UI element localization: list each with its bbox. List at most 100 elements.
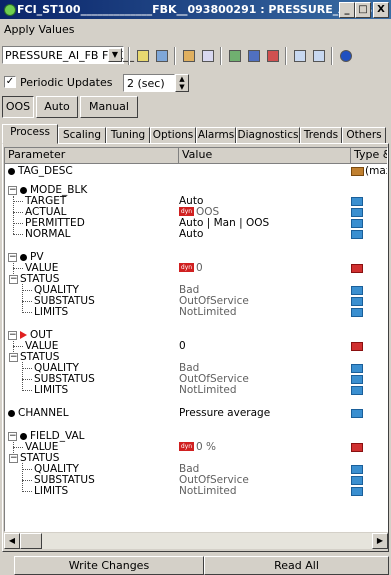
float-type-icon	[351, 342, 363, 351]
tree-branch	[13, 346, 23, 347]
download-button[interactable]	[226, 47, 244, 65]
interval-spinner[interactable]: ▲ ▼	[175, 74, 189, 92]
tree-branch	[22, 290, 32, 291]
toolbar-separator	[220, 47, 222, 65]
detail-view-icon	[313, 50, 325, 62]
enum-type-icon	[351, 208, 363, 217]
edit-button[interactable]	[153, 47, 171, 65]
table-row[interactable]: LIMITS NotLimited	[5, 385, 387, 396]
table-row[interactable]: CHANNEL Pressure average	[5, 408, 387, 419]
edit-icon	[156, 50, 168, 62]
parameter-value: NotLimited	[179, 306, 237, 318]
block-selector[interactable]: PRESSURE_AI_FB FBK__ ▼	[2, 46, 134, 64]
enum-type-icon	[351, 476, 363, 485]
tab-process[interactable]: Process	[2, 124, 58, 144]
update-interval-field[interactable]: 2 (sec)	[123, 74, 175, 92]
manual-button[interactable]: Manual	[80, 96, 138, 118]
collapse-icon[interactable]: −	[8, 186, 17, 195]
properties-button[interactable]	[264, 47, 282, 65]
table-row[interactable]: VALUE 0	[5, 341, 387, 352]
periodic-updates-label: Periodic Updates	[20, 76, 113, 89]
auto-button[interactable]: Auto	[36, 96, 78, 118]
tree-branch	[13, 447, 23, 448]
parameter-value[interactable]: Pressure average	[179, 408, 270, 419]
apply-values-menu[interactable]: Apply Values	[4, 23, 75, 36]
collapse-icon[interactable]: −	[9, 454, 18, 463]
table-row[interactable]: − OUT	[5, 330, 387, 341]
string-type-icon	[351, 167, 364, 176]
list-view-icon	[294, 50, 306, 62]
download-icon	[229, 50, 241, 62]
tree-branch	[22, 491, 32, 492]
column-header-parameter[interactable]: Parameter	[5, 148, 179, 163]
scroll-left-button[interactable]: ◀	[4, 533, 20, 549]
chart-icon	[202, 50, 214, 62]
enum-type-icon	[351, 308, 363, 317]
dynamic-badge: dyn	[179, 207, 194, 216]
table-row[interactable]: TAG_DESC (max len	[5, 165, 387, 177]
parameter-value[interactable]: 0	[179, 341, 186, 352]
close-button[interactable]: X	[373, 2, 389, 18]
periodic-updates-checkbox[interactable]: ✓	[4, 76, 16, 88]
parameter-value[interactable]: Auto	[179, 229, 203, 240]
table-row[interactable]: NORMAL Auto	[5, 228, 387, 240]
table-row[interactable]: VALUE dyn 0	[5, 263, 387, 274]
parameter-value[interactable]: dyn 0 %	[179, 442, 216, 453]
collapse-icon[interactable]: −	[8, 331, 17, 340]
toolbar-separator	[285, 47, 287, 65]
collapse-icon[interactable]: −	[9, 275, 18, 284]
footer-bar: Write Changes Read All	[0, 555, 391, 575]
list-view-button[interactable]	[291, 47, 309, 65]
help-icon	[340, 50, 352, 62]
tab-trends[interactable]: Trends	[300, 127, 342, 144]
toolbar-separator	[174, 47, 176, 65]
collapse-icon[interactable]: −	[8, 432, 17, 441]
tab-diagnostics[interactable]: Diagnostics	[236, 127, 300, 144]
detail-view-button[interactable]	[310, 47, 328, 65]
tree-branch	[22, 368, 32, 369]
chart-button[interactable]	[199, 47, 217, 65]
compare-button[interactable]	[180, 47, 198, 65]
table-row[interactable]: VALUE dyn 0 %	[5, 442, 387, 453]
chevron-down-icon[interactable]: ▼	[108, 48, 122, 62]
save-button[interactable]	[134, 47, 152, 65]
upload-button[interactable]	[245, 47, 263, 65]
parameter-bullet-icon	[20, 254, 27, 261]
maximize-button[interactable]: □	[355, 2, 371, 18]
tab-options[interactable]: Options	[150, 127, 196, 144]
write-changes-button[interactable]: Write Changes	[14, 556, 204, 575]
parameter-name: LIMITS	[34, 485, 69, 497]
minimize-button[interactable]: _	[339, 2, 355, 18]
read-all-button[interactable]: Read All	[204, 556, 389, 575]
scroll-thumb[interactable]	[20, 533, 42, 549]
table-row[interactable]: LIMITS NotLimited	[5, 306, 387, 318]
help-button[interactable]	[337, 47, 355, 65]
enum-type-icon	[351, 386, 363, 395]
tab-scaling[interactable]: Scaling	[58, 127, 106, 144]
parameter-bullet-icon	[8, 168, 15, 175]
column-header-value[interactable]: Value	[179, 148, 351, 163]
enum-type-icon	[351, 286, 363, 295]
parameter-value-text: 0 %	[196, 441, 216, 453]
enum-type-icon	[351, 297, 363, 306]
collapse-icon[interactable]: −	[8, 253, 17, 262]
properties-icon	[267, 50, 279, 62]
tab-strip: Process Scaling Tuning Options Alarms Di…	[0, 124, 391, 144]
parameter-name: NORMAL	[25, 228, 71, 240]
horizontal-scrollbar[interactable]: ◀ ▶	[4, 532, 388, 549]
table-row[interactable]: LIMITS NotLimited	[5, 485, 387, 497]
tab-others[interactable]: Others	[342, 127, 386, 144]
grid-header: Parameter Value Type & Ex	[5, 148, 387, 164]
scroll-right-button[interactable]: ▶	[372, 533, 388, 549]
parameter-value[interactable]: dyn 0	[179, 263, 203, 274]
type-extra: (max len	[365, 165, 387, 177]
parameter-name: TAG_DESC	[18, 165, 73, 177]
collapse-icon[interactable]: −	[9, 353, 18, 362]
oos-button[interactable]: OOS	[2, 96, 34, 118]
column-header-type[interactable]: Type & Ex	[351, 148, 387, 163]
tab-alarms[interactable]: Alarms	[196, 127, 236, 144]
app-icon	[4, 4, 16, 16]
parameter-value: NotLimited	[179, 485, 237, 497]
tree-branch	[13, 234, 23, 235]
tab-tuning[interactable]: Tuning	[106, 127, 150, 144]
